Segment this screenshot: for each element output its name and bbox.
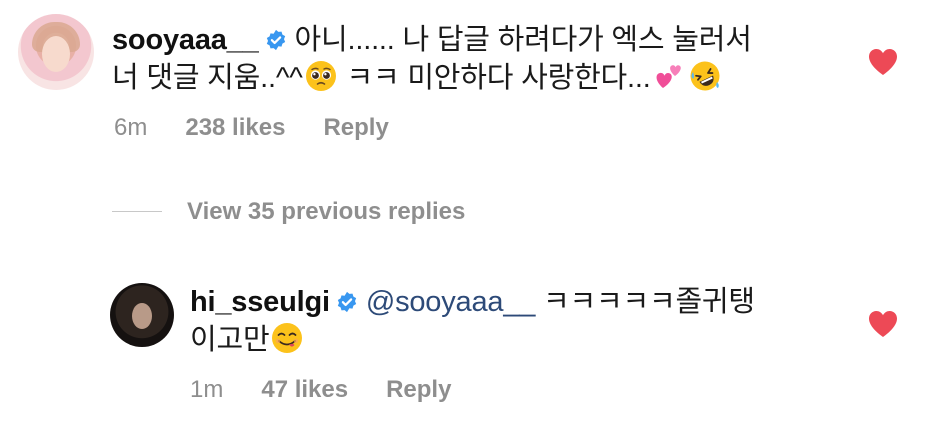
comment-2-likes[interactable]: 47 likes xyxy=(261,376,348,403)
comment-1-meta: 6m 238 likes Reply xyxy=(114,114,427,142)
pleading-face-emoji xyxy=(305,61,336,91)
rofl-emoji xyxy=(690,61,720,91)
comment-2-text: hi_sseulgi @sooyaaa__ ㅋㅋㅋㅋㅋ졸귀탱 xyxy=(190,283,755,321)
heart-icon[interactable] xyxy=(868,310,898,338)
comment-2-line1: ㅋㅋㅋㅋㅋ졸귀탱 xyxy=(535,286,755,318)
comment-2-username[interactable]: hi_sseulgi xyxy=(190,286,330,318)
verified-badge-icon xyxy=(266,29,285,51)
avatar-face xyxy=(132,303,152,329)
replies-divider xyxy=(112,211,162,212)
comment-1-username[interactable]: sooyaaa__ xyxy=(112,24,259,56)
comment-1-line2: 너 댓글 지움..^^ ㅋㅋ 미안하다 사랑한다... xyxy=(112,59,723,97)
comment-2-time: 1m xyxy=(190,376,224,403)
yum-face-emoji xyxy=(272,323,303,353)
avatar-sooyaaa[interactable] xyxy=(18,14,94,90)
comment-2-meta: 1m 47 likes Reply xyxy=(190,376,489,404)
comment-1-reply-button[interactable]: Reply xyxy=(323,114,388,141)
comment-1-line1: 아니...... 나 답글 하려다가 엑스 눌러서 xyxy=(294,24,752,56)
comment-1-likes[interactable]: 238 likes xyxy=(185,114,285,141)
avatar-face xyxy=(42,36,70,72)
comment-1-line2-mid: ㅋㅋ 미안하다 사랑한다... xyxy=(338,62,651,94)
comment-2-line2-text: 이고만 xyxy=(190,324,270,356)
view-previous-replies-button[interactable]: View 35 previous replies xyxy=(187,198,465,226)
comment-1-line2-pre: 너 댓글 지움..^^ xyxy=(112,62,303,94)
two-hearts-emoji xyxy=(656,65,681,88)
mention-link[interactable]: @sooyaaa__ xyxy=(366,286,536,318)
avatar-hi-sseulgi[interactable] xyxy=(110,283,174,347)
heart-icon[interactable] xyxy=(868,48,898,76)
comment-1-time: 6m xyxy=(114,114,148,141)
comment-1-text: sooyaaa__ 아니...... 나 답글 하려다가 엑스 눌러서 xyxy=(112,21,752,59)
comment-2-line2: 이고만 xyxy=(190,321,305,359)
comment-2-reply-button[interactable]: Reply xyxy=(386,376,451,403)
verified-badge-icon xyxy=(337,291,357,313)
